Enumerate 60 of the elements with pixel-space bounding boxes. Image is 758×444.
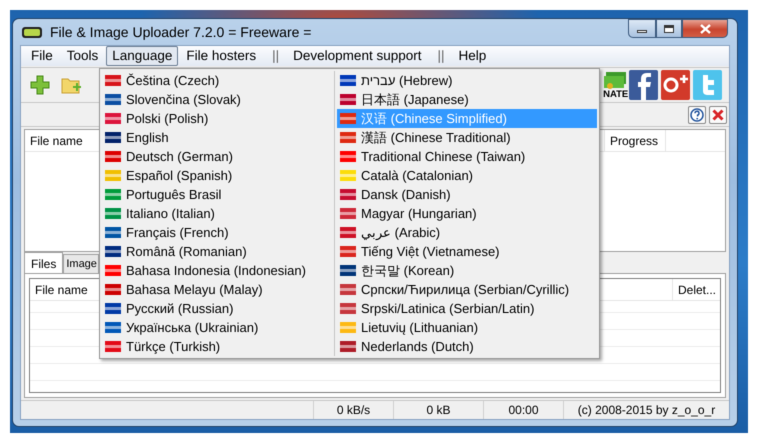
menu-item[interactable]: File (25, 46, 59, 66)
menu-item[interactable]: Français (French) (102, 223, 334, 242)
google-plus-icon[interactable] (660, 70, 690, 100)
maximize-button[interactable] (656, 19, 682, 38)
menu-item[interactable]: Nederlands (Dutch) (337, 337, 597, 356)
menu-item[interactable]: Srpski/Latinica (Serbian/Latin) (337, 299, 597, 318)
close-button[interactable] (682, 19, 728, 38)
menu-item[interactable]: 漢語 (Chinese Traditional) (337, 128, 597, 147)
menu-item[interactable]: Slovenčina (Slovak) (102, 90, 334, 109)
column-header[interactable]: Delet... (672, 279, 720, 300)
status-text: 00:00 (483, 401, 563, 419)
menu-item[interactable]: 日本語 (Japanese) (337, 90, 597, 109)
app-logo-icon (22, 26, 42, 38)
facebook-icon[interactable] (628, 70, 658, 100)
add-icon[interactable] (30, 75, 50, 95)
menu-item[interactable]: Bahasa Melayu (Malay) (102, 280, 334, 299)
menu-item[interactable]: Traditional Chinese (Taiwan) (337, 147, 597, 166)
menu-item[interactable]: Català (Catalonian) (337, 166, 597, 185)
menu-item[interactable]: Italiano (Italian) (102, 204, 334, 223)
money-icon[interactable] (602, 70, 628, 90)
tab[interactable]: Image (63, 254, 99, 273)
menu-item[interactable]: Српски/Ћирилица (Serbian/Cyrillic) (337, 280, 597, 299)
menu-item[interactable]: Čeština (Czech) (102, 71, 334, 90)
help-icon (690, 108, 704, 122)
menu-item[interactable]: 한국말 (Korean) (337, 261, 597, 280)
menu-item[interactable]: Polski (Polish) (102, 109, 334, 128)
window-title: File & Image Uploader 7.2.0 = Freeware = (50, 22, 312, 42)
menu-item[interactable]: Español (Spanish) (102, 166, 334, 185)
menu-item[interactable]: Dansk (Danish) (337, 185, 597, 204)
menu-item[interactable]: Українська (Ukrainian) (102, 318, 334, 337)
menu-item[interactable]: Русский (Russian) (102, 299, 334, 318)
menu-item[interactable]: Language (106, 46, 178, 66)
menu-item[interactable]: English (102, 128, 334, 147)
menu-item[interactable]: Bahasa Indonesia (Indonesian) (102, 261, 334, 280)
menu-item[interactable]: Development support (287, 46, 428, 66)
column-header[interactable]: Progress (605, 130, 666, 151)
close-icon (712, 108, 724, 120)
menu-item[interactable]: Tools (60, 46, 104, 66)
status-text: 0 kB/s (313, 401, 393, 419)
menu-separator: || (271, 46, 280, 65)
minimize-button[interactable] (628, 19, 656, 38)
menu-item[interactable]: עברית (Hebrew) (337, 71, 597, 90)
menu-separator: || (436, 46, 446, 65)
help-button[interactable] (688, 106, 706, 124)
tab[interactable]: Files (24, 252, 64, 273)
menu-item[interactable]: Lietuvių (Lithuanian) (337, 318, 597, 337)
menu-item[interactable]: عربي (Arabic) (337, 223, 597, 242)
donate-label[interactable]: NATE (603, 90, 628, 100)
menu-item[interactable]: Deutsch (German) (102, 147, 334, 166)
menu-item[interactable]: Magyar (Hungarian) (337, 204, 597, 223)
clear-button[interactable] (709, 106, 727, 124)
status-text: (c) 2008-2015 by z_o_o_r (563, 401, 729, 419)
menu-item[interactable]: Help (452, 46, 492, 66)
close-icon (700, 24, 710, 34)
menu-item[interactable]: Türkçe (Turkish) (102, 337, 334, 356)
status-text: 0 kB (393, 401, 483, 419)
menu-item[interactable]: Română (Romanian) (102, 242, 334, 261)
menu-item[interactable]: Português Brasil (102, 185, 334, 204)
menu-item[interactable]: File hosters (180, 46, 262, 66)
menu-item[interactable]: Tiếng Việt (Vietnamese) (337, 242, 597, 261)
